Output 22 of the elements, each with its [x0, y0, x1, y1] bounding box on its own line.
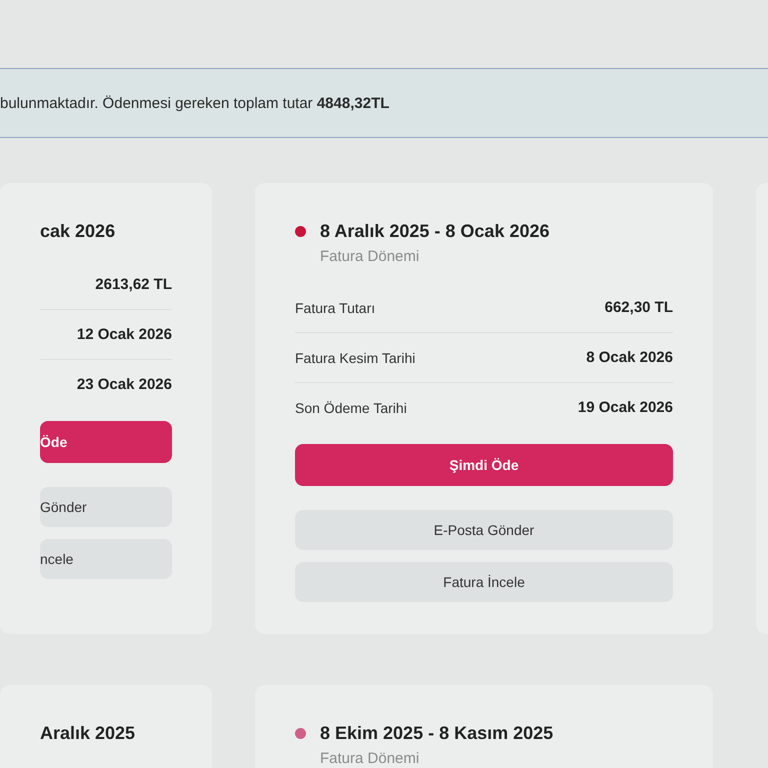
action-button[interactable]: Gönder	[40, 487, 172, 527]
action-button[interactable]: Fatura İncele	[295, 562, 673, 602]
invoice-period: cak 2026	[40, 221, 116, 242]
row-label: Fatura Kesim Tarihi	[295, 350, 416, 366]
action-button[interactable]: ncele	[40, 539, 172, 579]
action-button[interactable]: E-Posta Gönder	[295, 510, 673, 550]
row-value: 23 Ocak 2026	[76, 376, 172, 393]
invoice-period: 8 Ekim 2025 - 8 Kasım 2025	[320, 723, 554, 744]
row-value: 662,30 TL	[604, 299, 673, 316]
pay-button[interactable]: Şimdi Öde	[295, 444, 673, 486]
row-value: 19 Ocak 2026	[578, 399, 673, 416]
row-value: 12 Ocak 2026	[76, 326, 172, 343]
period-label: Fatura Dönemi	[320, 750, 420, 767]
row-value: 2613,62 TL	[95, 276, 172, 293]
row-label: Son Ödeme Tarihi	[295, 400, 407, 416]
row-value: 8 Ocak 2026	[586, 349, 673, 366]
notice-text: bulunmaktadır. Ödenmesi gereken toplam tutar 4848,32TL	[0, 94, 390, 112]
period-label: Fatura Dönemi	[320, 248, 420, 265]
row-label: Fatura Tutarı	[295, 300, 376, 316]
pay-button[interactable]: Öde	[40, 421, 172, 463]
invoice-period: Aralık 2025	[40, 723, 136, 744]
invoice-period: 8 Aralık 2025 - 8 Ocak 2026	[320, 221, 550, 242]
